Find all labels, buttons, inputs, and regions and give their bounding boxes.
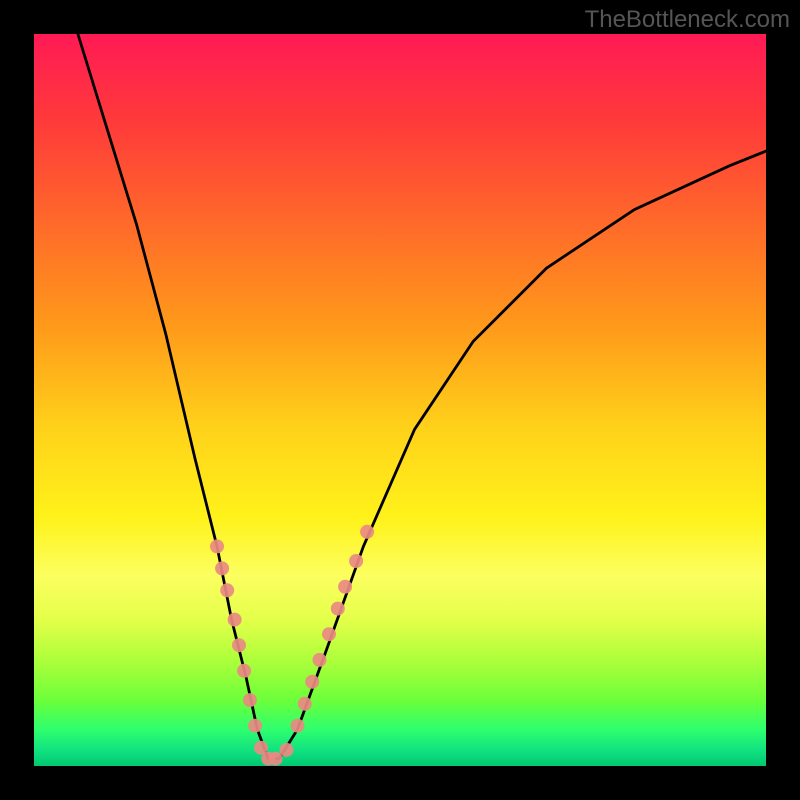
curve-marker — [305, 675, 319, 689]
watermark-text: TheBottleneck.com — [585, 6, 790, 34]
plot-area — [34, 34, 766, 766]
curve-marker — [248, 719, 262, 733]
curve-marker — [269, 752, 283, 766]
chart-container: TheBottleneck.com — [0, 0, 800, 800]
curve-marker — [360, 525, 374, 539]
bottleneck-curve — [78, 34, 766, 759]
curve-marker — [313, 653, 327, 667]
curve-marker — [349, 554, 363, 568]
curve-marker — [210, 539, 224, 553]
curve-marker — [331, 602, 345, 616]
curve-marker — [215, 561, 229, 575]
curve-svg — [34, 34, 766, 766]
curve-marker — [298, 697, 312, 711]
curve-marker — [338, 580, 352, 594]
curve-marker — [228, 613, 242, 627]
curve-marker — [232, 638, 246, 652]
curve-marker — [220, 583, 234, 597]
curve-marker — [322, 627, 336, 641]
curve-marker — [291, 719, 305, 733]
marker-group — [210, 525, 374, 766]
curve-marker — [243, 693, 257, 707]
curve-marker — [237, 664, 251, 678]
curve-marker — [280, 743, 294, 757]
